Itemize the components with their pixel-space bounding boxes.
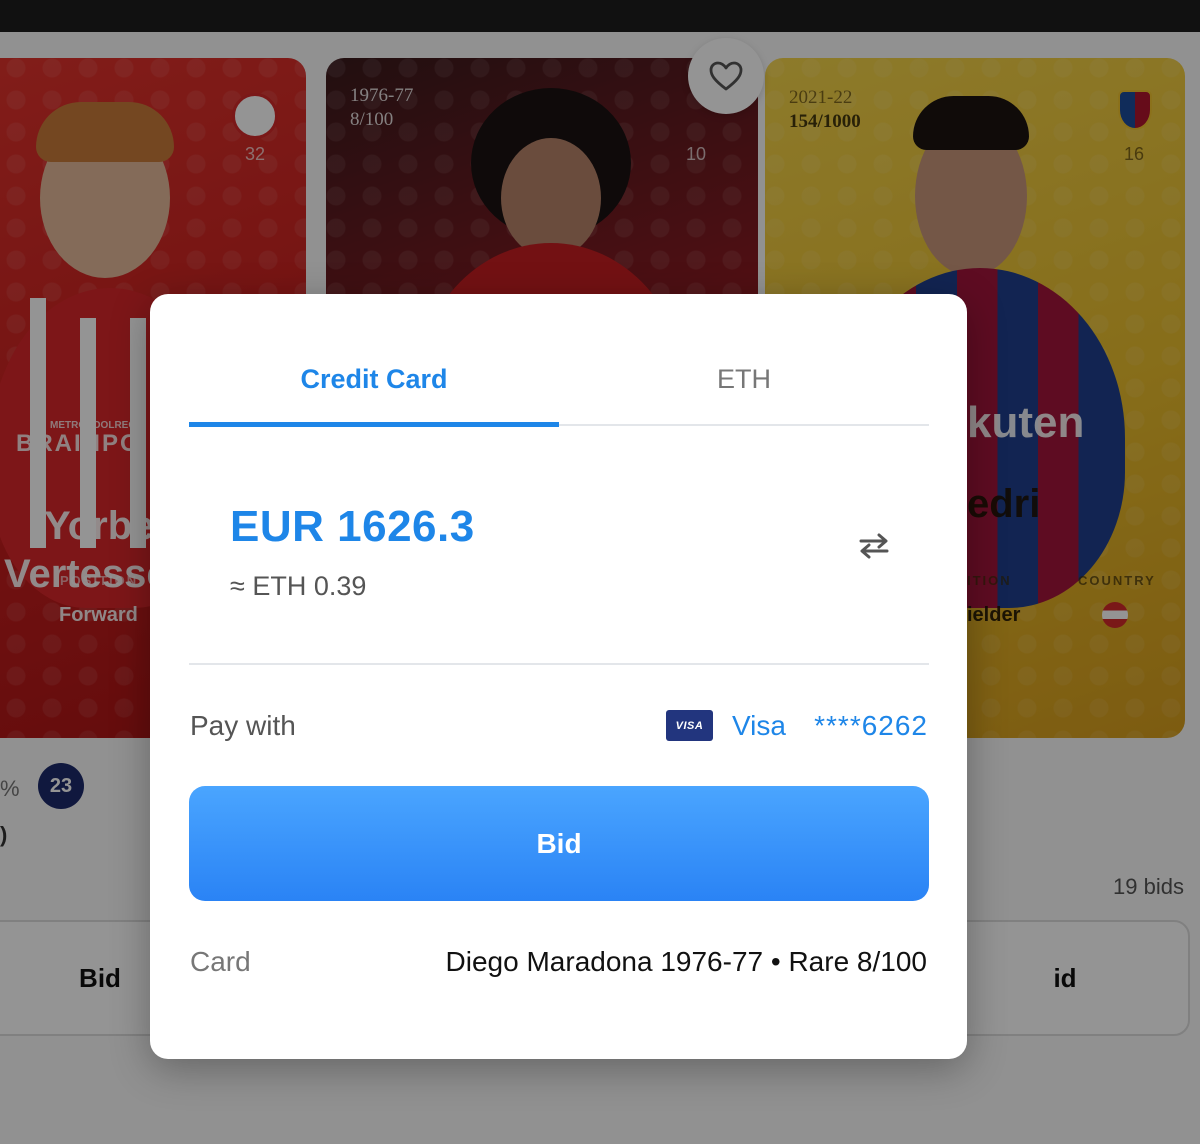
- payment-modal: Credit Card ETH EUR 1626.3 ≈ ETH 0.39 Pa…: [150, 294, 967, 1059]
- top-bar: [0, 0, 1200, 32]
- bid-amount: EUR 1626.3: [230, 502, 475, 551]
- payment-tabs: Credit Card ETH: [189, 352, 929, 427]
- card-value: Diego Maradona 1976-77 • Rare 8/100: [445, 946, 927, 977]
- tab-eth[interactable]: ETH: [559, 352, 929, 426]
- payment-method-brand[interactable]: Visa: [732, 710, 786, 742]
- divider: [189, 663, 929, 665]
- eth-equivalent: ≈ ETH 0.39: [230, 571, 367, 601]
- bid-button[interactable]: Bid: [189, 786, 929, 901]
- payment-card-digits[interactable]: ****6262: [806, 710, 928, 742]
- card-label: Card: [190, 946, 251, 977]
- visa-card-icon: VISA: [666, 710, 713, 741]
- tab-credit-card[interactable]: Credit Card: [189, 352, 559, 427]
- swap-arrows-icon: [859, 533, 889, 559]
- currency-swap-button[interactable]: [850, 526, 898, 566]
- pay-with-label: Pay with: [190, 710, 296, 741]
